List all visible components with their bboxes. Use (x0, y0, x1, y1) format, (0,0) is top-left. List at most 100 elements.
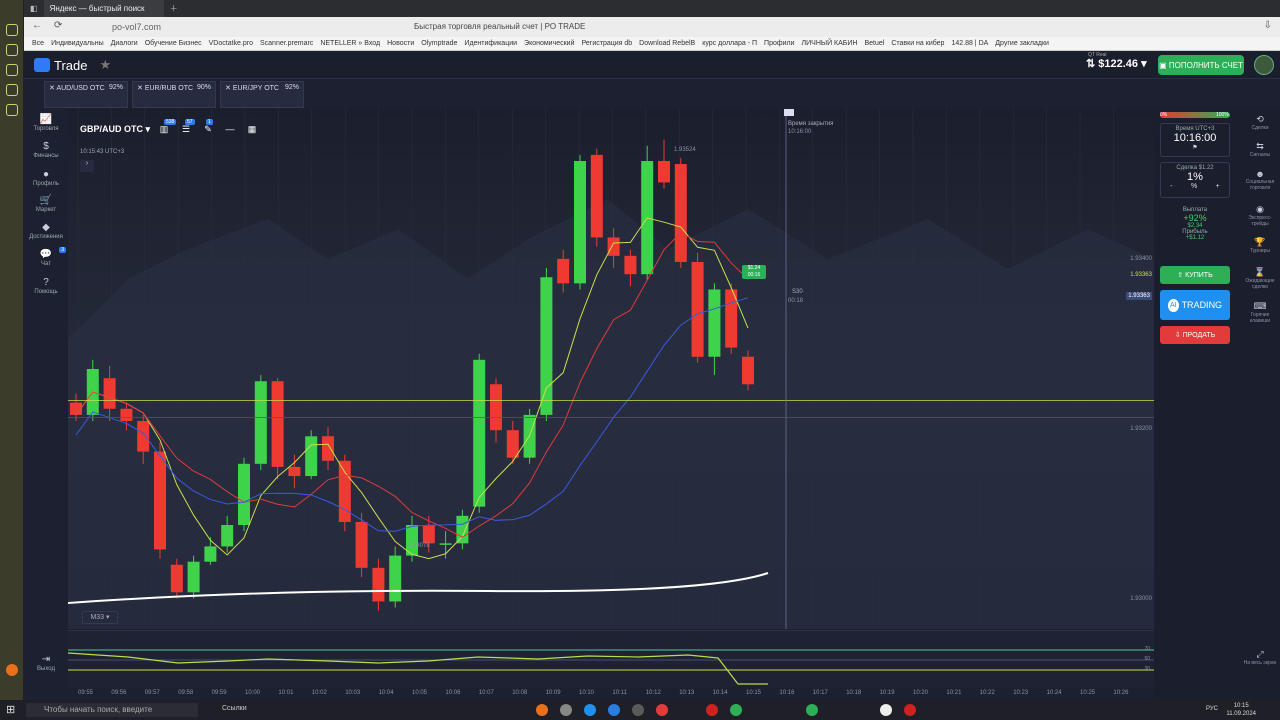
balance[interactable]: ⇅ $122.46 ▾ (1086, 57, 1147, 70)
sidebar-item-chart[interactable]: 📈 Торговля (24, 114, 68, 132)
sidebar-item-dollar[interactable]: $ Финансы (24, 141, 68, 159)
bookmark-item[interactable]: Индивидуальны (51, 40, 104, 47)
brand-logo[interactable]: Trade ★ (34, 57, 111, 73)
bookmark-item[interactable]: VDoctatke.pro (209, 40, 253, 47)
tab-yandex[interactable]: Яндекс — быстрый поиск (43, 0, 164, 17)
bookmark-item[interactable]: курс доллара - П (702, 40, 757, 47)
time-tick: 10:04 (378, 690, 394, 696)
bookmark-item[interactable]: Новости (387, 40, 414, 47)
percent-button[interactable]: % (1191, 183, 1197, 190)
price-chart[interactable]: 10:15:43 UTC+3 › Время закрытия 10:16:00… (68, 109, 1154, 629)
app-icon[interactable] (560, 704, 572, 716)
pair-select[interactable]: GBP/AUD OTC ▾ (80, 121, 150, 137)
user-icon[interactable] (6, 664, 18, 676)
bookmark-item[interactable]: Идентификации (464, 40, 517, 47)
history-icon[interactable] (6, 24, 18, 36)
chart-canvas[interactable] (68, 109, 1154, 629)
amount-box[interactable]: Сделка $1.22 1% -% + (1160, 162, 1230, 198)
oscillator-pane[interactable]: 70 50 30 (67, 630, 1154, 687)
minus-button[interactable]: - (1170, 183, 1172, 190)
candle (221, 525, 234, 547)
timeframe-select[interactable]: M33 ▾ (82, 611, 118, 624)
firefox-icon[interactable] (536, 704, 548, 716)
tab-icon[interactable] (6, 64, 18, 76)
download-icon[interactable]: ⇩ (1264, 20, 1272, 31)
rightnav-item[interactable]: ⇆ Сигналы (1242, 141, 1278, 158)
taskbar-search[interactable]: Чтобы начать поиск, введите (26, 703, 198, 717)
bookmark-item[interactable]: Ставки на кибер (891, 40, 944, 47)
candle (322, 436, 334, 461)
sidebar-item-help[interactable]: ? Помощь (24, 277, 68, 295)
bookmark-item[interactable]: Экономический (524, 40, 574, 47)
line-button[interactable]: — (222, 121, 238, 137)
bookmark-icon[interactable] (6, 44, 18, 56)
opera-icon[interactable] (706, 704, 718, 716)
buy-button[interactable]: ⇧ КУПИТЬ (1160, 266, 1230, 284)
bookmark-item[interactable]: Диалоги (111, 40, 138, 47)
windows-start-icon[interactable]: ⊞ (6, 703, 20, 717)
sidebar-item-chat[interactable]: 💬 Чат 3 (24, 247, 68, 267)
yandex-browser-icon[interactable] (880, 704, 892, 716)
sidebar-item-label: Выход (37, 666, 55, 672)
bookmark-item[interactable]: Профили (764, 40, 794, 47)
refresh-icon[interactable]: ⟳ (54, 20, 62, 31)
new-tab-button[interactable]: ＋ (164, 0, 184, 17)
tab-po[interactable]: ◧ (24, 0, 44, 17)
bookmark-item[interactable]: 142.88 | DA (951, 40, 988, 47)
system-clock[interactable]: 10:15 11.09.2024 (1226, 702, 1256, 718)
time-tick: 09:55 (78, 690, 94, 696)
high-label: 1.93524 (674, 147, 696, 153)
bookmark-item[interactable]: Download RebelB (639, 40, 695, 47)
star-icon[interactable]: ★ (99, 57, 111, 73)
rightnav-item[interactable]: ⌨ Горячие клавиши (1242, 301, 1278, 324)
rightnav-label: Социальная торговля (1245, 179, 1275, 191)
candle (439, 543, 452, 545)
bookmark-item[interactable]: ЛИЧНЫЙ КАБИН (802, 40, 858, 47)
app-icon[interactable] (730, 704, 742, 716)
rightnav-item[interactable]: ⌛ Ожидающие сделки (1242, 267, 1278, 290)
rightnav-item[interactable]: ☻ Социальная торговля (1242, 169, 1278, 191)
app-icon[interactable] (904, 704, 916, 716)
app-icon[interactable] (632, 704, 644, 716)
sell-button[interactable]: ⇩ ПРОДАТЬ (1160, 326, 1230, 344)
downloads-icon[interactable] (6, 104, 18, 116)
candle (742, 356, 754, 385)
yandex-icon[interactable] (656, 704, 668, 716)
bookmark-item[interactable]: Другие закладки (995, 40, 1049, 47)
avatar[interactable] (1254, 55, 1274, 75)
asset-tab[interactable]: ✕ EUR/JPY OTC 92% (220, 81, 304, 108)
collection-icon[interactable] (6, 84, 18, 96)
expiry-time-box[interactable]: Время UTC+3 10:16:00 ⚑ (1160, 123, 1230, 157)
asset-tab[interactable]: ✕ EUR/RUB OTC 90% (132, 81, 216, 108)
rightnav-item[interactable]: ◉ Экспресс-трейды (1242, 204, 1278, 227)
language-indicator[interactable]: РУС (1206, 706, 1218, 712)
open-trade-badge[interactable]: $1.24 00:16 (742, 265, 766, 279)
back-icon[interactable]: ← (32, 20, 42, 31)
bookmark-item[interactable]: Регистрация db (582, 40, 633, 47)
rightnav-item[interactable]: 🏆 Турниры (1242, 237, 1278, 254)
asset-name: EUR/RUB OTC (144, 85, 194, 92)
sidebar-item-cart[interactable]: 🛒 Маркет (24, 195, 68, 213)
bookmark-item[interactable]: Все (32, 40, 44, 47)
bookmark-item[interactable]: Olymptrade (421, 40, 457, 47)
deposit-button[interactable]: ▣ ПОПОЛНИТЬ СЧЕТ (1158, 55, 1244, 75)
rightnav-item[interactable]: ⤢ На весь экран (1242, 649, 1278, 666)
bookmark-item[interactable]: Betuel (864, 40, 884, 47)
bookmark-item[interactable]: NETELLER » Вход (320, 40, 380, 47)
candle (170, 564, 183, 593)
bookmark-item[interactable]: Scanner.premarc (260, 40, 313, 47)
sidebar-item-user[interactable]: ● Профиль (24, 169, 68, 187)
ai-trading-button[interactable]: AI TRADING (1160, 290, 1230, 320)
time-tick: 10:25 (1080, 690, 1096, 696)
sidebar-item-exit[interactable]: ⇥ Выход (24, 654, 68, 672)
app-icon[interactable] (608, 704, 620, 716)
edge-icon[interactable] (584, 704, 596, 716)
layout-button[interactable]: ▦ (244, 121, 260, 137)
rightnav-item[interactable]: ⟲ Сделки (1242, 114, 1278, 131)
bookmark-item[interactable]: Обучение Бизнес (145, 40, 202, 47)
asset-tab[interactable]: ✕ AUD/USD OTC 92% (44, 81, 128, 108)
collapse-button[interactable]: › (80, 160, 94, 172)
sidebar-item-diamond[interactable]: ◆ Достижения (24, 222, 68, 240)
chrome-icon[interactable] (806, 704, 818, 716)
plus-button[interactable]: + (1216, 183, 1220, 190)
